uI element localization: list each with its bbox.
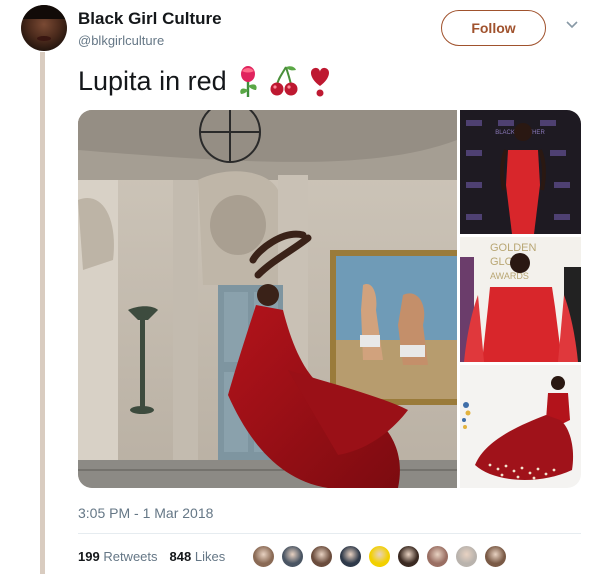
follow-button[interactable]: Follow [441, 10, 546, 46]
avatar-lips [37, 36, 51, 41]
likes-label: Likes [194, 549, 226, 564]
liker-avatar-1[interactable] [252, 545, 275, 568]
liker-avatar-9[interactable] [484, 545, 507, 568]
tweet-text: Lupita in red [78, 64, 335, 98]
thread-line [40, 52, 45, 574]
photo-main-gallery[interactable] [78, 110, 457, 488]
liker-avatar-5[interactable] [368, 545, 391, 568]
heart-exclamation-emoji-icon [310, 67, 329, 97]
likes-stat[interactable]: 848 Likes [170, 549, 226, 564]
photo-black-panther-premiere[interactable]: BLACK PANTHER [460, 110, 581, 234]
retweets-stat[interactable]: 199 Retweets [78, 549, 158, 564]
retweets-count: 199 [78, 549, 100, 564]
liker-avatar-2[interactable] [281, 545, 304, 568]
liker-avatar-7[interactable] [426, 545, 449, 568]
photo-red-gown-sequins[interactable] [460, 365, 581, 488]
tweet-timestamp[interactable]: 3:05 PM - 1 Mar 2018 [78, 505, 213, 521]
retweets-label: Retweets [103, 549, 158, 564]
photo-golden-globes[interactable]: GOLDEN GLOBE AWARDS [460, 237, 581, 362]
media-grid[interactable]: BLACK PANTHER GOLDEN GLOBE AWARDS [78, 110, 581, 488]
user-handle[interactable]: @blkgirlculture [78, 33, 164, 48]
tweet-text-content: Lupita in red [78, 65, 227, 96]
cherries-emoji-icon [270, 66, 298, 96]
liker-avatar-6[interactable] [397, 545, 420, 568]
liker-avatars [252, 545, 507, 568]
rose-emoji-icon [239, 66, 257, 97]
display-name[interactable]: Black Girl Culture [78, 9, 222, 29]
stats-divider [78, 533, 581, 534]
avatar-hair [21, 5, 67, 19]
tweet-stats: 199 Retweets 848 Likes [78, 549, 225, 564]
likes-count: 848 [169, 549, 192, 564]
backdrop-text-golden: GOLDEN [490, 242, 537, 254]
liker-avatar-3[interactable] [310, 545, 333, 568]
avatar[interactable] [21, 5, 67, 51]
chevron-down-icon[interactable] [565, 20, 579, 30]
liker-avatar-8[interactable] [455, 545, 478, 568]
liker-avatar-4[interactable] [339, 545, 362, 568]
